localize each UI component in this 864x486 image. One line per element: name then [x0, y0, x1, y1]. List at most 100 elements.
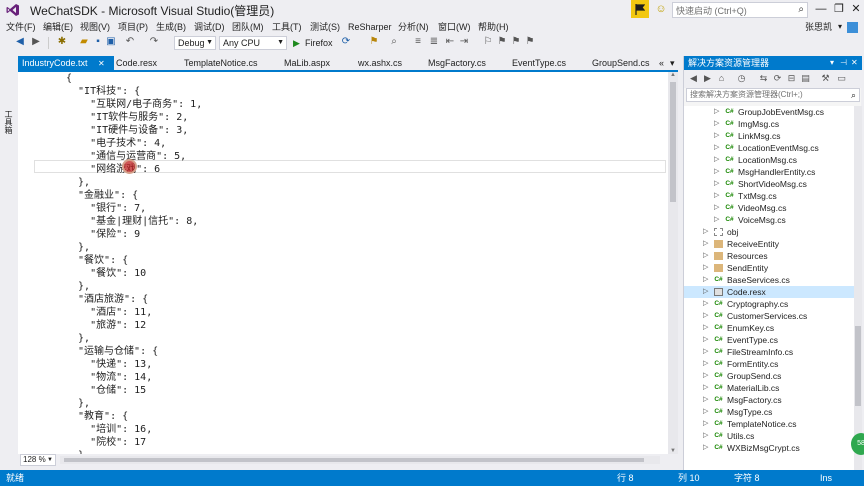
editor-horizontal-scrollbar[interactable] — [60, 456, 660, 464]
scroll-up-icon[interactable]: ▲ — [668, 72, 678, 78]
tree-item[interactable]: ▷ C# ShortVideoMsg.cs — [684, 178, 854, 190]
menu-help[interactable]: 帮助(H) — [478, 20, 509, 34]
home-icon[interactable]: ⌂ — [716, 73, 727, 84]
menu-resharper[interactable]: ReSharper — [348, 20, 392, 34]
save-icon[interactable]: ▪ — [92, 36, 104, 48]
menu-view[interactable]: 视图(V) — [80, 20, 110, 34]
tree-item[interactable]: ▷ C# GroupSend.cs — [684, 370, 854, 382]
tab-templatenotice-cs[interactable]: TemplateNotice.cs — [184, 56, 258, 70]
refresh-icon[interactable]: ⟳ — [772, 73, 783, 84]
tree-item[interactable]: ▷ C# FormEntity.cs — [684, 358, 854, 370]
open-file-icon[interactable]: ▰ — [78, 36, 90, 48]
tab-overflow-left-icon[interactable]: « — [659, 56, 664, 70]
tree-item[interactable]: ▷ obj — [684, 226, 854, 238]
tree-item[interactable]: ▷ C# MsgType.cs — [684, 406, 854, 418]
tab-code-resx[interactable]: Code.resx — [116, 56, 157, 70]
feedback-smiley-icon[interactable]: ☺ — [654, 2, 668, 16]
outdent-icon[interactable]: ⇤ — [444, 36, 456, 48]
expand-arrow-icon[interactable]: ▷ — [703, 286, 708, 298]
tree-item[interactable]: ▷ C# VideoMsg.cs — [684, 202, 854, 214]
expand-arrow-icon[interactable]: ▷ — [714, 142, 719, 154]
next-bookmark-icon[interactable]: ⚑ — [510, 36, 522, 48]
expand-arrow-icon[interactable]: ▷ — [714, 178, 719, 190]
expand-arrow-icon[interactable]: ▷ — [714, 106, 719, 118]
tree-item[interactable]: ▷ C# BaseServices.cs — [684, 274, 854, 286]
expand-arrow-icon[interactable]: ▷ — [714, 130, 719, 142]
tree-item[interactable]: ▷ C# MaterialLib.cs — [684, 382, 854, 394]
tree-item[interactable]: ▷ C# LocationEventMsg.cs — [684, 142, 854, 154]
menu-team[interactable]: 团队(M) — [232, 20, 264, 34]
tree-item[interactable]: ▷ C# VoiceMsg.cs — [684, 214, 854, 226]
menu-build[interactable]: 生成(B) — [156, 20, 186, 34]
navigate-back-icon[interactable]: ◀ — [14, 36, 26, 48]
redo-icon[interactable]: ↷ — [148, 36, 160, 48]
tree-item[interactable]: ▷ Code.resx — [684, 286, 854, 298]
solution-explorer-scrollbar[interactable] — [854, 106, 862, 470]
expand-arrow-icon[interactable]: ▷ — [703, 418, 708, 430]
code-editor[interactable]: { "IT科技": { "互联网/电子商务": 1, "IT软件与服务": 2,… — [18, 72, 668, 454]
solution-platform-select[interactable]: Any CPU ▼ — [219, 36, 287, 50]
auto-hide-pin-icon[interactable]: ⊣ — [840, 56, 847, 70]
expand-arrow-icon[interactable]: ▷ — [703, 430, 708, 442]
menu-test[interactable]: 测试(S) — [310, 20, 340, 34]
expand-arrow-icon[interactable]: ▷ — [703, 370, 708, 382]
avatar[interactable] — [847, 22, 858, 33]
menu-window[interactable]: 窗口(W) — [438, 20, 471, 34]
close-icon[interactable]: ✕ — [98, 59, 105, 68]
tree-item[interactable]: ▷ C# WXBizMsgCrypt.cs — [684, 442, 854, 454]
tab-industrycode-txt[interactable]: IndustryCode.txt ✕ — [18, 56, 114, 70]
quick-launch-input[interactable]: 快速启动 (Ctrl+Q) ⌕ — [672, 2, 808, 18]
tab-overflow-menu-icon[interactable]: ▾ — [670, 56, 675, 70]
save-all-icon[interactable]: ▣ — [105, 36, 117, 48]
minimize-button[interactable]: — — [812, 1, 830, 17]
menu-file[interactable]: 文件(F) — [6, 20, 36, 34]
menu-tools[interactable]: 工具(T) — [272, 20, 302, 34]
expand-arrow-icon[interactable]: ▷ — [703, 346, 708, 358]
menu-debug[interactable]: 调试(D) — [194, 20, 225, 34]
floating-widget-icon[interactable]: 58 — [851, 433, 864, 455]
close-button[interactable]: ✕ — [847, 1, 864, 17]
expand-arrow-icon[interactable]: ▷ — [703, 382, 708, 394]
bookmark-icon[interactable]: ⚐ — [482, 36, 494, 48]
expand-arrow-icon[interactable]: ▷ — [714, 118, 719, 130]
scrollbar-thumb[interactable] — [855, 326, 861, 406]
tree-item[interactable]: ▷ C# EventType.cs — [684, 334, 854, 346]
toolbox-tab[interactable]: 工具箱 — [4, 110, 14, 150]
tree-item[interactable]: ▷ C# MsgFactory.cs — [684, 394, 854, 406]
expand-arrow-icon[interactable]: ▷ — [703, 262, 708, 274]
properties-icon[interactable]: ⚒ — [820, 73, 831, 84]
tree-item[interactable]: ▷ C# CustomerServices.cs — [684, 310, 854, 322]
solution-configuration-select[interactable]: Debug ▼ — [174, 36, 216, 50]
start-debugging-icon[interactable]: ▶ — [293, 36, 300, 50]
tree-item[interactable]: ▷ C# FileStreamInfo.cs — [684, 346, 854, 358]
tree-item[interactable]: ▷ C# Cryptography.cs — [684, 298, 854, 310]
prev-bookmark-icon[interactable]: ⚑ — [496, 36, 508, 48]
tab-malib-aspx[interactable]: MaLib.aspx — [284, 56, 330, 70]
expand-arrow-icon[interactable]: ▷ — [703, 394, 708, 406]
scrollbar-thumb[interactable] — [64, 458, 644, 462]
tree-item[interactable]: ▷ SendEntity — [684, 262, 854, 274]
tree-item[interactable]: ▷ C# TemplateNotice.cs — [684, 418, 854, 430]
expand-arrow-icon[interactable]: ▷ — [703, 274, 708, 286]
solution-tree[interactable]: ▷ C# GroupJobEventMsg.cs ▷ C# ImgMsg.cs ▷ C# Lin… — [684, 106, 854, 470]
tree-item[interactable]: ▷ C# LinkMsg.cs — [684, 130, 854, 142]
back-icon[interactable]: ◀ — [688, 73, 699, 84]
expand-arrow-icon[interactable]: ▷ — [714, 166, 719, 178]
comment-icon[interactable]: ≡ — [412, 36, 424, 48]
forward-icon[interactable]: ▶ — [702, 73, 713, 84]
tree-item[interactable]: ▷ Resources — [684, 250, 854, 262]
collapse-all-icon[interactable]: ⊟ — [786, 73, 797, 84]
refresh-icon[interactable]: ⟳ — [340, 36, 352, 48]
expand-arrow-icon[interactable]: ▷ — [714, 202, 719, 214]
expand-arrow-icon[interactable]: ▷ — [703, 238, 708, 250]
undo-icon[interactable]: ↶ — [124, 36, 136, 48]
new-project-icon[interactable]: ✱ — [56, 36, 68, 48]
user-dropdown-icon[interactable]: ▾ — [838, 20, 842, 34]
expand-arrow-icon[interactable]: ▷ — [703, 310, 708, 322]
sync-with-document-icon[interactable]: ◷ — [736, 73, 747, 84]
tree-item[interactable]: ▷ C# LocationMsg.cs — [684, 154, 854, 166]
expand-arrow-icon[interactable]: ▷ — [703, 406, 708, 418]
expand-arrow-icon[interactable]: ▷ — [703, 358, 708, 370]
tab-groupsend-cs[interactable]: GroupSend.cs — [592, 56, 650, 70]
menu-edit[interactable]: 编辑(E) — [43, 20, 73, 34]
